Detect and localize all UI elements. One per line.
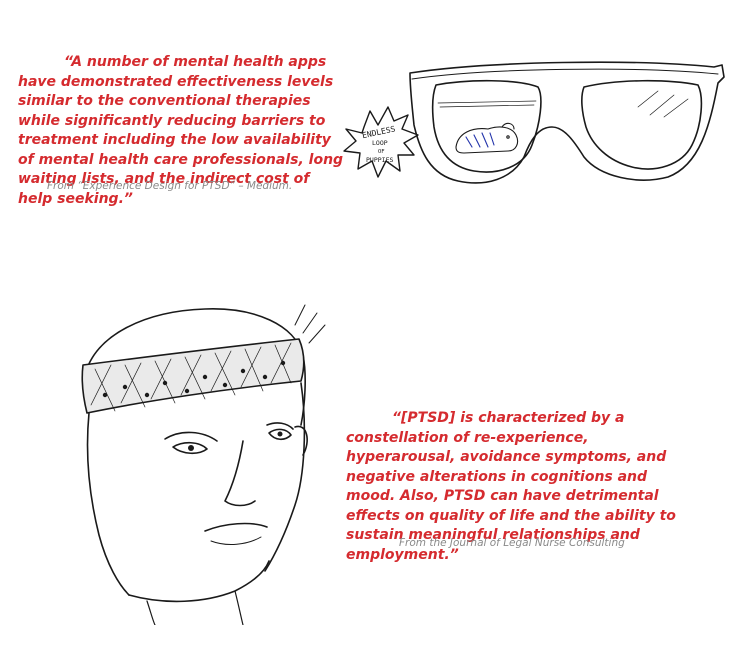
- starburst-word-of: OF: [378, 149, 385, 155]
- quote-source-journal: From the Journal of Legal Nurse Consulti…: [399, 537, 625, 549]
- right-lens: [581, 79, 703, 170]
- quote-source-medium: From “Experience Design for PTSD” – Medi…: [47, 180, 293, 192]
- headband: [81, 338, 305, 414]
- puppy-icon: [455, 122, 519, 154]
- vr-glasses-sketch: ENDLESS LOOP OF PUPPIES: [343, 61, 725, 184]
- starburst-word-loop: LOOP: [372, 139, 388, 147]
- head-with-headband-sketch: [81, 304, 326, 625]
- starburst-word-endless: ENDLESS: [361, 124, 396, 140]
- starburst-word-puppies: PUPPIES: [366, 156, 393, 164]
- left-lens: [431, 79, 542, 173]
